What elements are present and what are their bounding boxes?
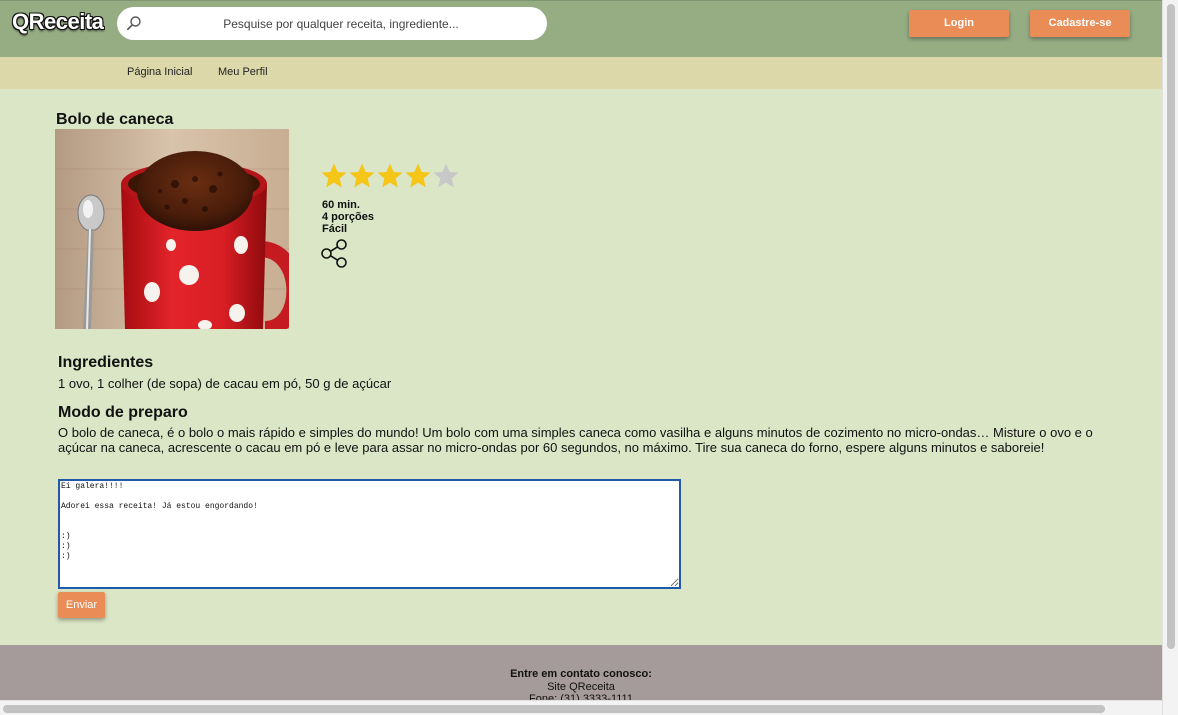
prep-text: O bolo de caneca, é o bolo o mais rápido… <box>58 425 1093 455</box>
star-filled-icon[interactable] <box>404 162 432 190</box>
difficulty: Fácil <box>322 223 348 235</box>
nav-item-home[interactable]: Página Inicial <box>127 66 192 78</box>
star-filled-icon[interactable] <box>320 162 348 190</box>
recipe-title: Bolo de caneca <box>56 111 174 128</box>
recipe-photo <box>55 129 289 329</box>
signup-button[interactable]: Cadastre-se <box>1030 10 1130 37</box>
prep-time: 60 min. <box>322 199 360 211</box>
nav-bar: Página Inicial Meu Perfil <box>0 57 1162 89</box>
comment-textarea[interactable] <box>58 479 681 589</box>
site-logo[interactable]: QReceita <box>12 9 104 35</box>
footer-title: Entre em contato conosco: <box>510 668 652 680</box>
top-header: QReceita Login Cadastre-se <box>0 0 1162 57</box>
vertical-scroll-thumb[interactable] <box>1167 4 1175 649</box>
ingredients-text: 1 ovo, 1 colher (de sopa) de cacau em pó… <box>58 376 392 391</box>
vertical-scrollbar[interactable] <box>1162 0 1178 715</box>
search-input[interactable] <box>151 7 531 40</box>
share-icon[interactable] <box>321 239 349 268</box>
star-filled-icon[interactable] <box>348 162 376 190</box>
horizontal-scrollbar[interactable] <box>0 700 1162 715</box>
prep-heading: Modo de preparo <box>58 404 188 421</box>
search-icon <box>126 16 141 31</box>
horizontal-scroll-thumb[interactable] <box>3 705 1105 713</box>
ingredients-heading: Ingredientes <box>58 354 154 371</box>
star-filled-icon[interactable] <box>376 162 404 190</box>
nav-item-profile[interactable]: Meu Perfil <box>218 66 268 78</box>
portions: 4 porções <box>322 211 374 223</box>
search-bar[interactable] <box>117 7 547 40</box>
star-empty-icon[interactable] <box>432 162 460 190</box>
login-button[interactable]: Login <box>909 10 1009 37</box>
submit-comment-button[interactable]: Enviar <box>58 592 105 618</box>
footer-site: Site QReceita <box>547 681 615 693</box>
